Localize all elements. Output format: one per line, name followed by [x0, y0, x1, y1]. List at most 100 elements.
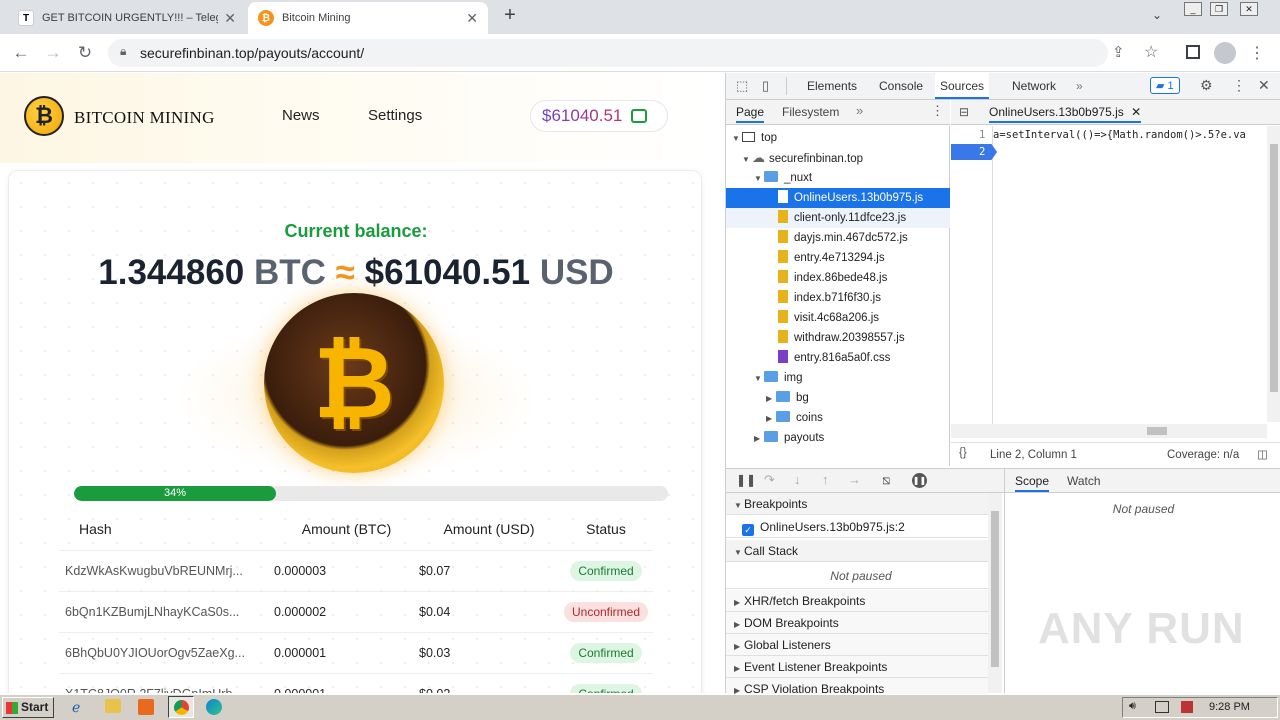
- tab-telegraph[interactable]: T GET BITCOIN URGENTLY!!! – Telegra ✕: [8, 2, 246, 34]
- chrome-taskbar-button[interactable]: [168, 696, 194, 718]
- tree-file[interactable]: visit.4c68a206.js: [726, 308, 950, 328]
- breakpoints-header[interactable]: ▼ Breakpoints: [726, 493, 988, 515]
- breakpoint-marker[interactable]: [951, 144, 997, 160]
- tree-file[interactable]: client-only.11dfce23.js: [726, 208, 950, 228]
- start-button[interactable]: Start: [2, 697, 54, 718]
- nav-settings[interactable]: Settings: [368, 107, 422, 124]
- menu-kebab-icon[interactable]: ⋮: [1246, 42, 1268, 64]
- show-debugger-icon[interactable]: ◫: [1257, 447, 1268, 461]
- tree-payouts-folder[interactable]: ▶ payouts: [726, 428, 824, 448]
- close-devtools-icon[interactable]: ✕: [1258, 77, 1270, 94]
- issues-count: 1: [1167, 80, 1174, 92]
- close-tab-icon[interactable]: ✕: [466, 10, 478, 27]
- section-label: DOM Breakpoints: [744, 616, 839, 630]
- tree-file[interactable]: entry.816a5a0f.css: [726, 348, 950, 368]
- devtools-menu-icon[interactable]: ⋮: [1232, 77, 1246, 94]
- header-balance-pill[interactable]: $61040.51: [530, 100, 668, 132]
- tree-bg-folder[interactable]: ▶ bg: [726, 388, 809, 408]
- editor-vscrollbar[interactable]: [1267, 126, 1280, 422]
- deactivate-breakpoints-icon[interactable]: ⧅: [882, 472, 890, 488]
- folder-icon: [764, 431, 778, 442]
- new-tab-button[interactable]: +: [498, 4, 522, 30]
- window-close-icon[interactable]: ✕: [1240, 2, 1258, 16]
- tx-hash[interactable]: 6bQn1KZBumjLNhayKCaS0s...: [59, 591, 274, 632]
- inspect-element-icon[interactable]: ⬚: [736, 78, 748, 94]
- step-over-icon[interactable]: ↷: [764, 472, 775, 488]
- tab-console[interactable]: Console: [879, 73, 923, 99]
- editor-file-tab[interactable]: OnlineUsers.13b0b975.js ✕: [989, 105, 1142, 123]
- more-navigator-tabs-icon[interactable]: »: [856, 103, 863, 118]
- tree-nuxt-folder[interactable]: ▼ _nuxt: [726, 168, 812, 188]
- tab-bitcoin-mining[interactable]: ₿ Bitcoin Mining ✕: [248, 2, 488, 34]
- tree-file[interactable]: OnlineUsers.13b0b975.js: [726, 188, 950, 208]
- ie-icon[interactable]: ℯ: [72, 699, 80, 716]
- forward-arrow-icon[interactable]: →: [42, 42, 64, 64]
- tree-file[interactable]: index.b71f6f30.js: [726, 288, 950, 308]
- issues-badge[interactable]: ▰ 1: [1150, 77, 1180, 94]
- editor-hscroll-thumb[interactable]: [1147, 427, 1167, 435]
- collapsed-section[interactable]: ▶ Event Listener Breakpoints: [726, 656, 988, 678]
- restore-icon[interactable]: ❐: [1210, 2, 1228, 16]
- pause-icon[interactable]: ❚❚: [736, 473, 756, 487]
- network-icon[interactable]: [1155, 701, 1169, 713]
- tree-file[interactable]: dayjs.min.467dc572.js: [726, 228, 950, 248]
- explorer-folder-icon[interactable]: [105, 699, 121, 713]
- browser-tab-strip: T GET BITCOIN URGENTLY!!! – Telegra ✕ ₿ …: [0, 0, 1280, 34]
- code-editor[interactable]: 1 2 a=setInterval(()=>{Math.random()>.5?…: [951, 126, 1280, 438]
- tree-file[interactable]: index.86bede48.js: [726, 268, 950, 288]
- collapsed-section[interactable]: ▶ Global Listeners: [726, 634, 988, 656]
- call-stack-header[interactable]: ▼ Call Stack: [726, 540, 988, 562]
- address-bar[interactable]: 🔒︎ securefinbinan.top/payouts/account/ ⇪…: [108, 39, 1158, 67]
- tab-search-chevron-icon[interactable]: ⌄: [1152, 8, 1162, 22]
- breakpoint-item[interactable]: ✓ OnlineUsers.13b0b975.js:2: [726, 516, 988, 538]
- edge-icon[interactable]: [206, 699, 222, 715]
- settings-gear-icon[interactable]: ⚙: [1200, 77, 1213, 94]
- tree-top[interactable]: ▼ top: [726, 128, 777, 148]
- tree-file[interactable]: withdraw.20398557.js: [726, 328, 950, 348]
- editor-vscroll-thumb[interactable]: [1270, 144, 1278, 392]
- back-arrow-icon[interactable]: ←: [10, 42, 32, 64]
- tree-file[interactable]: entry.4e713294.js: [726, 248, 950, 268]
- step-out-icon[interactable]: ↑: [822, 472, 829, 487]
- more-tabs-icon[interactable]: »: [1076, 73, 1083, 99]
- tab-watch[interactable]: Watch: [1067, 474, 1101, 488]
- tree-coins-folder[interactable]: ▶ coins: [726, 408, 823, 428]
- tree-img-folder[interactable]: ▼ img: [726, 368, 803, 388]
- tab-sources[interactable]: Sources: [935, 73, 990, 99]
- debugger-scroll-thumb[interactable]: [991, 511, 999, 667]
- checkbox-checked-icon[interactable]: ✓: [742, 524, 754, 536]
- device-toolbar-icon[interactable]: ▯: [762, 78, 769, 94]
- step-icon[interactable]: →: [848, 472, 861, 487]
- toggle-navigator-icon[interactable]: ⊟: [959, 105, 969, 119]
- step-into-icon[interactable]: ↓: [794, 472, 801, 487]
- tab-filesystem[interactable]: Filesystem: [782, 105, 839, 119]
- share-icon[interactable]: ⇪: [1112, 43, 1125, 61]
- close-file-icon[interactable]: ✕: [1131, 105, 1141, 119]
- tx-hash[interactable]: X1TC8JO0R 2F7ljvDGnImUrb...: [59, 673, 274, 694]
- debugger-scrollbar[interactable]: [988, 493, 1002, 693]
- volume-icon[interactable]: 🔊︎: [1129, 700, 1136, 713]
- media-player-icon[interactable]: [138, 699, 154, 715]
- security-shield-icon[interactable]: [1181, 701, 1193, 713]
- tab-scope[interactable]: Scope: [1015, 474, 1050, 492]
- bookmark-star-icon[interactable]: ☆: [1144, 42, 1158, 62]
- tree-domain[interactable]: ▼ ☁ securefinbinan.top: [726, 148, 863, 168]
- pause-on-exceptions-icon[interactable]: ❚❚: [912, 473, 927, 488]
- profile-avatar-icon[interactable]: [1214, 42, 1236, 64]
- minimize-icon[interactable]: _: [1184, 2, 1202, 16]
- tx-hash[interactable]: KdzWkAsKwugbuVbREUNMrj...: [59, 550, 274, 591]
- collapsed-section[interactable]: ▶ DOM Breakpoints: [726, 612, 988, 634]
- tab-elements[interactable]: Elements: [807, 73, 857, 99]
- editor-hscrollbar[interactable]: [951, 424, 1267, 438]
- nav-news[interactable]: News: [282, 107, 320, 124]
- tab-page[interactable]: Page: [736, 105, 765, 123]
- tab-network[interactable]: Network: [1012, 73, 1056, 99]
- side-panel-icon[interactable]: [1186, 45, 1200, 59]
- close-tab-icon[interactable]: ✕: [224, 10, 236, 27]
- reload-icon[interactable]: ↻: [74, 42, 96, 64]
- tx-hash[interactable]: 6BhQbU0YJIOUorOgv5ZaeXg...: [59, 632, 274, 673]
- navigator-menu-icon[interactable]: ⋮: [931, 103, 944, 119]
- collapsed-section[interactable]: ▶ XHR/fetch Breakpoints: [726, 590, 988, 612]
- pretty-print-icon[interactable]: {}: [959, 447, 967, 459]
- navigator-tabs: Page Filesystem » ⋮: [726, 100, 950, 125]
